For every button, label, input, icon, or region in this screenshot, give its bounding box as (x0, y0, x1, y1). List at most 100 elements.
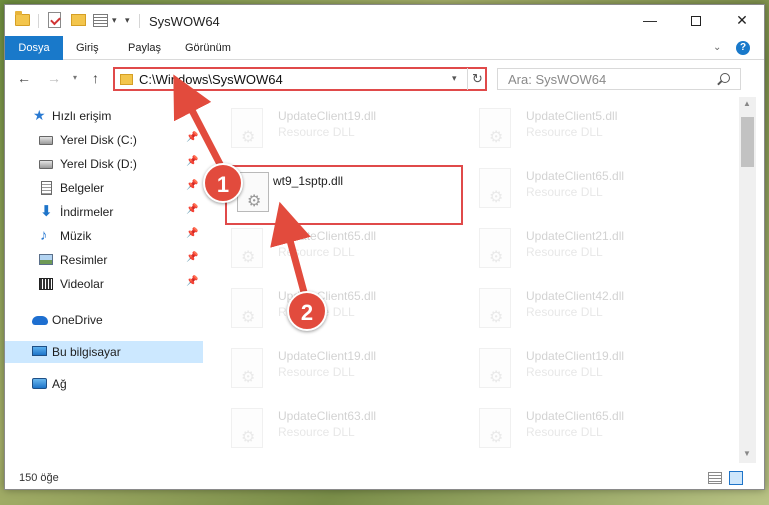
sidebar-item-label: Belgeler (60, 181, 105, 195)
search-icon[interactable] (720, 73, 730, 83)
status-bar: 150 öğe (5, 467, 764, 489)
drive-icon (39, 160, 53, 169)
separator (38, 14, 39, 28)
file-type: Resource DLL (526, 185, 603, 199)
forward-arrow-icon[interactable]: → (47, 70, 61, 86)
star-icon: ★ (33, 107, 46, 123)
onedrive-icon (32, 316, 48, 325)
pin-icon[interactable]: 📌 (186, 204, 198, 215)
address-path[interactable]: C:\Windows\SysWOW64 (139, 72, 283, 87)
help-icon[interactable]: ? (736, 41, 750, 55)
folder-icon (15, 11, 30, 26)
maximize-button[interactable] (673, 5, 719, 35)
pin-icon[interactable]: 📌 (186, 228, 198, 239)
tab-share[interactable]: Paylaş (119, 36, 170, 60)
pin-icon[interactable]: 📌 (186, 252, 198, 263)
sidebar-item-label: İndirmeler (60, 205, 114, 219)
expand-ribbon-icon[interactable]: ⌄ (713, 42, 721, 53)
sidebar-item-pictures[interactable]: Resimler 📌 (5, 249, 203, 271)
file-name: UpdateClient42.dll (526, 289, 625, 303)
this-pc-icon (32, 346, 47, 356)
file-type: Resource DLL (278, 245, 355, 259)
file-name: UpdateClient21.dll (526, 229, 625, 243)
file-type: Resource DLL (526, 305, 603, 319)
up-arrow-icon[interactable]: ↑ (92, 70, 99, 86)
navigation-bar: ← → ▾ ↑ C:\Windows\SysWOW64 ▾ ↻ Ara: Sys… (5, 61, 764, 95)
scrollbar-thumb[interactable] (741, 117, 754, 167)
back-arrow-icon[interactable]: ← (17, 70, 31, 86)
file-item[interactable]: UpdateClient19.dll Resource DLL (453, 341, 683, 393)
sidebar-item-documents[interactable]: Belgeler 📌 (5, 177, 203, 199)
dll-file-icon (231, 408, 263, 448)
window-title: SysWOW64 (149, 14, 220, 29)
file-item[interactable]: UpdateClient65.dll Resource DLL (453, 401, 683, 453)
music-icon: ♪ (40, 227, 48, 244)
tab-home[interactable]: Giriş (67, 36, 108, 60)
dll-file-icon (231, 228, 263, 268)
sidebar-item-onedrive[interactable]: OneDrive (5, 309, 203, 331)
sidebar-item-videos[interactable]: Videolar 📌 (5, 273, 203, 295)
file-name: UpdateClient65.dll (526, 169, 625, 183)
sidebar-item-music[interactable]: ♪ Müzik 📌 (5, 225, 203, 247)
scroll-up-icon[interactable]: ▲ (743, 99, 751, 108)
videos-icon (39, 278, 53, 290)
view-options-icon[interactable] (93, 14, 108, 27)
file-type: Resource DLL (278, 365, 355, 379)
file-item-selected[interactable]: wt9_1sptp.dll (225, 165, 463, 225)
sidebar-item-label: Yerel Disk (C:) (60, 133, 137, 147)
separator (139, 14, 140, 28)
pin-icon[interactable]: 📌 (186, 132, 198, 143)
file-item[interactable]: UpdateClient42.dll Resource DLL (453, 281, 683, 333)
pin-icon[interactable]: 📌 (186, 156, 198, 167)
refresh-icon[interactable]: ↻ (467, 68, 487, 90)
file-item[interactable]: UpdateClient65.dll Resource DLL (453, 161, 683, 213)
scroll-down-icon[interactable]: ▼ (743, 449, 751, 458)
tab-file[interactable]: Dosya (5, 36, 63, 60)
sidebar-item-label: Müzik (60, 229, 92, 243)
navigation-pane: ★ Hızlı erişim Yerel Disk (C:) 📌 Yerel D… (5, 97, 203, 463)
file-name: UpdateClient65.dll (278, 229, 377, 243)
properties-icon[interactable] (48, 12, 61, 28)
sidebar-item-local-disk-c[interactable]: Yerel Disk (C:) 📌 (5, 129, 203, 151)
vertical-scrollbar[interactable]: ▲ ▼ (739, 97, 756, 463)
sidebar-item-network[interactable]: Ağ (5, 373, 203, 395)
pin-icon[interactable]: 📌 (186, 276, 198, 287)
file-item[interactable]: UpdateClient21.dll Resource DLL (453, 221, 683, 273)
file-item[interactable]: UpdateClient65.dll Resource DLL (205, 221, 435, 273)
new-folder-icon[interactable] (71, 14, 86, 26)
step-2-badge: 2 (287, 291, 327, 331)
sidebar-item-label: Resimler (60, 253, 108, 267)
sidebar-item-quick-access[interactable]: ★ Hızlı erişim (5, 105, 203, 127)
address-bar[interactable]: C:\Windows\SysWOW64 ▾ ↻ (113, 67, 487, 91)
large-icons-view-icon[interactable] (729, 471, 743, 485)
file-name: UpdateClient19.dll (526, 349, 625, 363)
details-view-icon[interactable] (708, 472, 722, 484)
tab-view[interactable]: Görünüm (176, 36, 240, 60)
sidebar-item-label: Hızlı erişim (52, 109, 112, 123)
file-item[interactable]: UpdateClient19.dll Resource DLL (205, 341, 435, 393)
sidebar-item-local-disk-d[interactable]: Yerel Disk (D:) 📌 (5, 153, 203, 175)
file-item[interactable]: UpdateClient19.dll Resource DLL (205, 101, 435, 153)
close-button[interactable]: ✕ (719, 5, 764, 35)
pin-icon[interactable]: 📌 (186, 180, 198, 191)
pictures-icon (39, 254, 53, 265)
dll-file-icon (479, 408, 511, 448)
file-name: UpdateClient19.dll (278, 349, 377, 363)
dll-file-icon (479, 228, 511, 268)
recent-locations-icon[interactable]: ▾ (73, 73, 77, 82)
minimize-button[interactable]: — (627, 5, 673, 35)
file-name: wt9_1sptp.dll (273, 174, 344, 188)
search-placeholder[interactable]: Ara: SysWOW64 (508, 72, 606, 87)
file-item[interactable]: UpdateClient63.dll Resource DLL (205, 401, 435, 453)
customize-toolbar-icon[interactable]: ▾ (125, 15, 130, 26)
network-icon (32, 378, 47, 389)
sidebar-item-this-pc[interactable]: Bu bilgisayar (5, 341, 203, 363)
dll-file-icon (231, 288, 263, 328)
search-box[interactable]: Ara: SysWOW64 (497, 68, 741, 90)
address-dropdown-icon[interactable]: ▾ (452, 73, 457, 84)
maximize-icon (691, 16, 701, 27)
file-item[interactable]: UpdateClient5.dll Resource DLL (453, 101, 683, 153)
chevron-down-icon[interactable]: ▾ (112, 15, 117, 26)
sidebar-item-downloads[interactable]: ⬇ İndirmeler 📌 (5, 201, 203, 223)
downloads-icon: ⬇ (40, 203, 53, 220)
